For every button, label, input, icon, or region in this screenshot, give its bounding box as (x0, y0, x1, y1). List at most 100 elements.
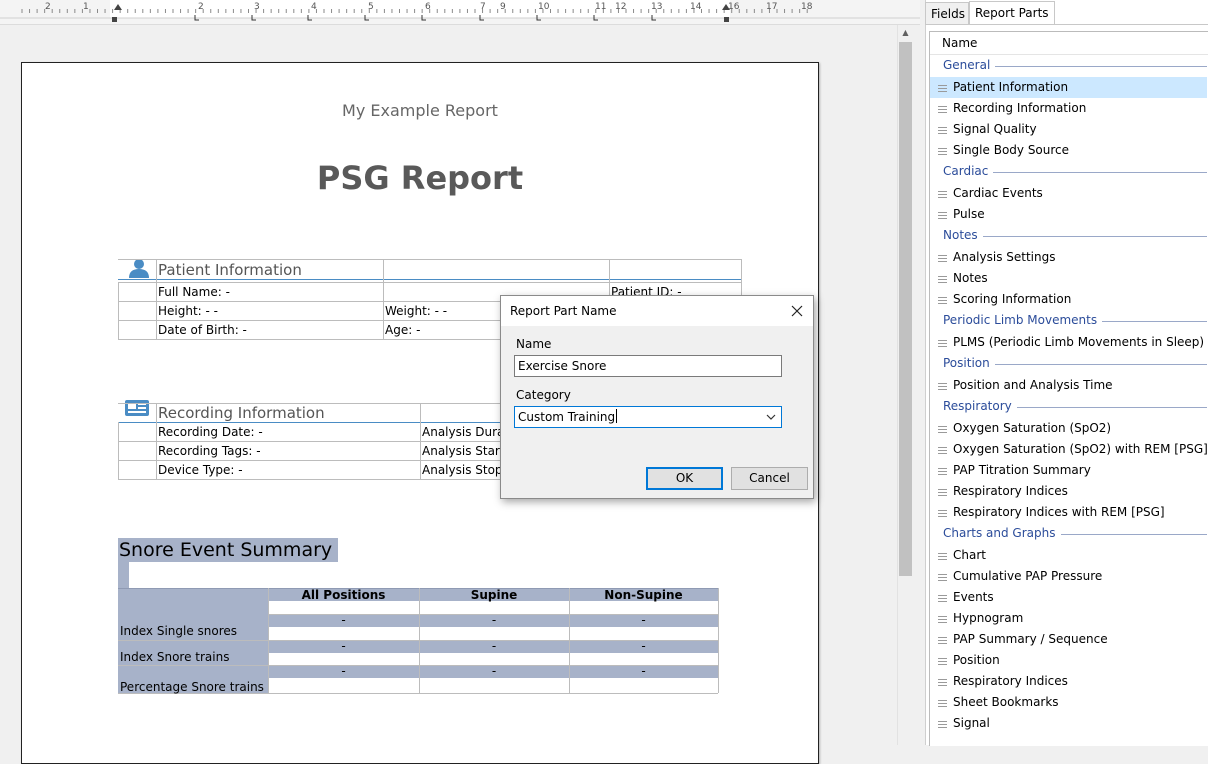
report-part-item[interactable]: Analysis Settings (930, 247, 1207, 268)
report-part-item[interactable]: Cardiac Events (930, 183, 1207, 204)
report-part-icon (938, 85, 947, 92)
snore-value: - (341, 664, 346, 678)
category-divider (1102, 321, 1207, 322)
analysis-duration: Analysis Durati (422, 425, 513, 439)
report-part-item[interactable]: Patient Information (930, 77, 1207, 98)
report-part-item[interactable]: Chart (930, 545, 1207, 566)
snore-value: - (341, 613, 346, 627)
report-part-item[interactable]: Events (930, 587, 1207, 608)
ruler-number: 14 (690, 2, 702, 12)
name-input[interactable]: Exercise Snore (514, 355, 782, 377)
recording-section-title: Recording Information (158, 404, 325, 422)
report-part-icon (938, 276, 947, 283)
report-part-item[interactable]: Oxygen Saturation (SpO2) with REM [PSG] (930, 439, 1208, 460)
report-part-icon (938, 489, 947, 496)
category-header[interactable]: Position (943, 356, 990, 370)
category-header[interactable]: Notes (943, 228, 978, 242)
report-part-name-dialog: Report Part Name Name Exercise Snore Cat… (500, 295, 814, 499)
ok-button[interactable]: OK (646, 467, 723, 490)
report-part-label: Analysis Settings (953, 250, 1056, 264)
report-part-item[interactable]: Signal Quality (930, 119, 1207, 140)
category-combobox[interactable]: Custom Training (514, 406, 782, 428)
report-part-item[interactable]: Cumulative PAP Pressure (930, 566, 1207, 587)
tab-fields[interactable]: Fields (925, 2, 969, 24)
report-part-label: Hypnogram (953, 611, 1024, 625)
report-part-label: Cardiac Events (953, 186, 1043, 200)
report-part-item[interactable]: Sheet Bookmarks (930, 692, 1207, 713)
report-part-item[interactable]: Pulse (930, 204, 1207, 225)
category-label: Category (516, 388, 571, 402)
report-part-label: Cumulative PAP Pressure (953, 569, 1103, 583)
report-part-icon (938, 191, 947, 198)
close-icon[interactable] (787, 301, 807, 321)
chevron-down-icon[interactable] (766, 407, 776, 433)
ruler-number: 17 (766, 2, 778, 12)
report-part-item[interactable]: Respiratory Indices (930, 481, 1207, 502)
patient-section-title: Patient Information (158, 261, 302, 279)
ruler-number: 2 (198, 2, 204, 12)
category-header[interactable]: Charts and Graphs (943, 526, 1056, 540)
category-header[interactable]: Cardiac (943, 164, 988, 178)
category-header[interactable]: General (943, 58, 990, 72)
report-part-label: Position (953, 653, 1000, 667)
category-header[interactable]: Respiratory (943, 399, 1012, 413)
snore-value: - (491, 613, 497, 627)
patient-full-name: Full Name: - (158, 285, 230, 299)
report-part-item[interactable]: PLMS (Periodic Limb Movements in Sleep) (930, 332, 1207, 353)
report-part-item[interactable]: PAP Summary / Sequence (930, 629, 1207, 650)
report-part-item[interactable]: Scoring Information (930, 289, 1207, 310)
horizontal-ruler[interactable]: 2 1 2 3 4 5 6 7 9 10 11 12 13 14 16 17 18 (0, 0, 920, 25)
report-part-icon (938, 106, 947, 113)
tab-report-parts[interactable]: Report Parts (969, 1, 1055, 25)
report-part-icon (938, 297, 947, 304)
ruler-number: 4 (311, 2, 317, 12)
report-part-label: Chart (953, 548, 986, 562)
report-part-icon (938, 553, 947, 560)
snore-col-non-supine: Non-Supine (604, 588, 683, 602)
report-part-icon (938, 383, 947, 390)
cancel-button[interactable]: Cancel (731, 467, 808, 490)
device-type: Device Type: - (158, 463, 243, 477)
category-value: Custom Training (518, 410, 616, 424)
category-divider (982, 236, 1207, 237)
report-part-label: Oxygen Saturation (SpO2) (953, 421, 1112, 435)
report-part-item[interactable]: Respiratory Indices with REM [PSG] (930, 502, 1207, 523)
scroll-up-icon[interactable]: ▲ (899, 28, 912, 40)
ruler-number: 6 (425, 2, 431, 12)
report-part-item[interactable]: Position and Analysis Time (930, 375, 1207, 396)
dialog-titlebar[interactable]: Report Part Name (501, 296, 813, 326)
tab-divider (925, 24, 1208, 25)
scrollbar-thumb[interactable] (899, 42, 912, 576)
report-part-item[interactable]: Position (930, 650, 1207, 671)
category-divider (1060, 534, 1207, 535)
snore-col-all-positions: All Positions (301, 588, 386, 602)
report-header-text[interactable]: My Example Report (22, 101, 818, 120)
report-part-item[interactable]: Hypnogram (930, 608, 1207, 629)
report-part-item[interactable]: Oxygen Saturation (SpO2) (930, 418, 1207, 439)
report-part-icon (938, 426, 947, 433)
category-divider (993, 172, 1207, 173)
report-part-item[interactable]: Recording Information (930, 98, 1207, 119)
report-part-label: Single Body Source (953, 143, 1070, 157)
report-part-icon (938, 658, 947, 665)
report-part-item[interactable]: Respiratory Indices (930, 671, 1207, 692)
report-part-item[interactable]: Single Body Source (930, 140, 1207, 161)
report-part-item[interactable]: Signal (930, 713, 1207, 734)
report-part-label: Recording Information (953, 101, 1087, 115)
report-title[interactable]: PSG Report (22, 159, 818, 197)
report-part-label: Respiratory Indices (953, 484, 1068, 498)
report-part-item[interactable]: PAP Titration Summary (930, 460, 1207, 481)
report-part-item[interactable]: Notes (930, 268, 1207, 289)
column-header-name[interactable]: Name (930, 32, 1208, 55)
category-header[interactable]: Periodic Limb Movements (943, 313, 1097, 327)
report-part-label: PAP Summary / Sequence (953, 632, 1108, 646)
report-part-label: Position and Analysis Time (953, 378, 1113, 392)
recording-tags: Recording Tags: - (158, 444, 261, 458)
report-part-label: Patient Information (953, 80, 1069, 94)
category-divider (995, 66, 1207, 67)
report-part-icon (938, 468, 947, 475)
snore-value: - (491, 639, 497, 653)
ruler-number: 9 (500, 2, 506, 12)
ruler-number: 10 (538, 2, 550, 12)
report-part-icon (938, 616, 947, 623)
